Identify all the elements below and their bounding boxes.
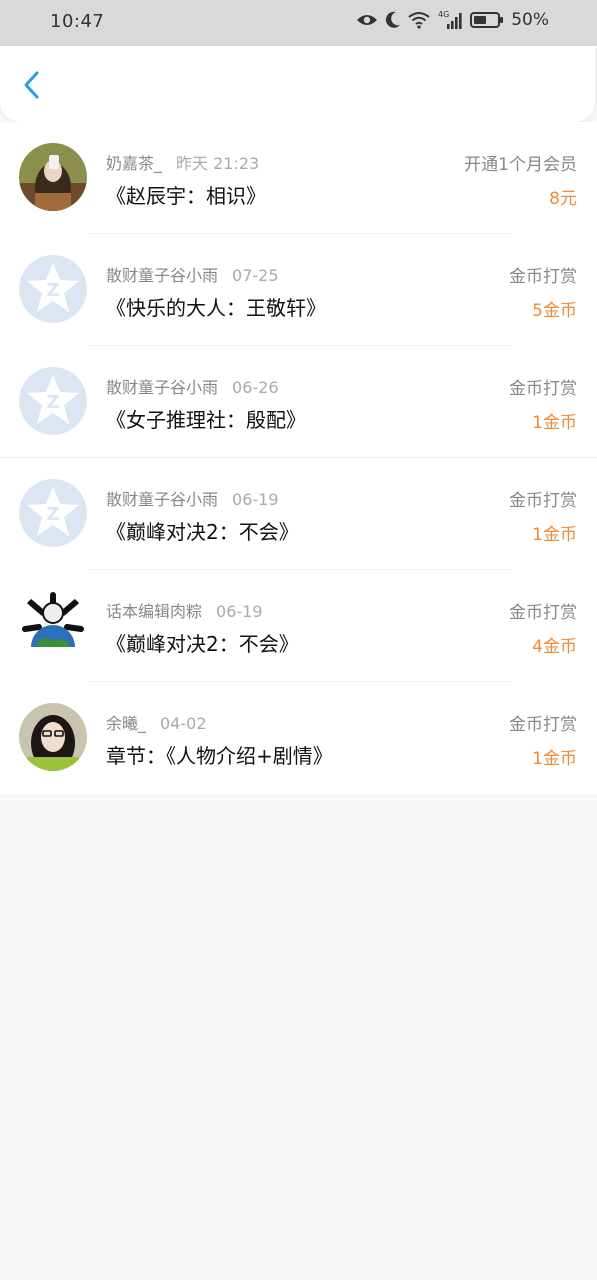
gift-amount: 1金币: [532, 413, 577, 433]
globe-avatar-icon: [19, 591, 87, 659]
default-avatar-icon: Z: [19, 367, 87, 435]
gift-type: 金币打赏: [509, 491, 577, 511]
gift-type: 金币打赏: [509, 379, 577, 399]
sender-name[interactable]: 奶嘉茶_: [106, 154, 162, 173]
network-type: 4G: [438, 10, 449, 19]
gift-type: 金币打赏: [509, 715, 577, 735]
wifi-icon: [408, 12, 430, 29]
svg-text:Z: Z: [46, 280, 59, 301]
default-avatar-icon: Z: [19, 255, 87, 323]
record-date: 06-19: [232, 490, 279, 509]
list-item[interactable]: 话本编辑肉粽 06-19 《巅峰对决2：不会》 金币打赏 4金币: [0, 570, 597, 682]
avatar[interactable]: [19, 143, 87, 211]
work-title: 《快乐的大人：王敬轩》: [106, 296, 326, 320]
sender-name[interactable]: 余曦_: [106, 714, 146, 733]
top-bar: [0, 46, 595, 122]
avatar[interactable]: Z: [19, 255, 87, 323]
user-photo-icon: [19, 703, 87, 771]
gift-amount: 1金币: [532, 749, 577, 769]
empty-area: [0, 794, 597, 1280]
battery-icon: [470, 12, 504, 28]
record-date: 07-25: [232, 266, 279, 285]
user-photo-icon: [19, 143, 87, 211]
avatar[interactable]: [19, 591, 87, 659]
work-title: 章节：《人物介绍+剧情》: [106, 744, 333, 768]
sender-name[interactable]: 话本编辑肉粽: [106, 602, 202, 621]
sender-line: 散财童子谷小雨 07-25: [106, 262, 279, 286]
gift-type: 金币打赏: [509, 267, 577, 287]
list-item[interactable]: 奶嘉茶_ 昨天 21:23 《赵辰宇：相识》 开通1个月会员 8元: [0, 122, 597, 234]
gift-amount: 4金币: [532, 637, 577, 657]
sender-line: 奶嘉茶_ 昨天 21:23: [106, 150, 259, 174]
gift-amount: 5金币: [532, 301, 577, 321]
avatar[interactable]: [19, 703, 87, 771]
sender-name[interactable]: 散财童子谷小雨: [106, 378, 218, 397]
gift-type: 开通1个月会员: [464, 155, 577, 175]
svg-text:Z: Z: [46, 504, 59, 525]
record-date: 04-02: [160, 714, 207, 733]
signal-icon: 4G: [438, 10, 462, 29]
gift-type: 金币打赏: [509, 603, 577, 623]
svg-text:Z: Z: [46, 392, 59, 413]
moon-icon: [386, 11, 401, 28]
status-bar: 10:47 4G 50%: [0, 0, 597, 46]
list-item[interactable]: Z 散财童子谷小雨 06-26 《女子推理社：殷配》 金币打赏 1金币: [0, 346, 597, 458]
sender-line: 余曦_ 04-02: [106, 710, 207, 734]
back-button[interactable]: [18, 70, 48, 100]
sender-name[interactable]: 散财童子谷小雨: [106, 266, 218, 285]
sender-line: 散财童子谷小雨 06-26: [106, 374, 279, 398]
record-date: 06-19: [216, 602, 263, 621]
list-item[interactable]: 余曦_ 04-02 章节：《人物介绍+剧情》 金币打赏 1金币: [0, 682, 597, 794]
sender-line: 散财童子谷小雨 06-19: [106, 486, 279, 510]
list-item[interactable]: Z 散财童子谷小雨 07-25 《快乐的大人：王敬轩》 金币打赏 5金币: [0, 234, 597, 346]
gift-amount: 8元: [549, 189, 577, 209]
gift-record-list: 奶嘉茶_ 昨天 21:23 《赵辰宇：相识》 开通1个月会员 8元 Z 散财童子谷…: [0, 122, 597, 794]
status-time: 10:47: [50, 11, 105, 32]
list-item[interactable]: Z 散财童子谷小雨 06-19 《巅峰对决2：不会》 金币打赏 1金币: [0, 458, 597, 570]
record-date: 昨天 21:23: [176, 154, 260, 173]
battery-percent: 50%: [511, 10, 549, 30]
work-title: 《巅峰对决2：不会》: [106, 520, 299, 544]
sender-line: 话本编辑肉粽 06-19: [106, 598, 263, 622]
work-title: 《巅峰对决2：不会》: [106, 632, 299, 656]
avatar[interactable]: Z: [19, 479, 87, 547]
chevron-left-icon: [24, 71, 39, 99]
work-title: 《女子推理社：殷配》: [106, 408, 306, 432]
sender-name[interactable]: 散财童子谷小雨: [106, 490, 218, 509]
gift-amount: 1金币: [532, 525, 577, 545]
record-date: 06-26: [232, 378, 279, 397]
default-avatar-icon: Z: [19, 479, 87, 547]
status-icons: 4G 50%: [356, 10, 549, 30]
work-title: 《赵辰宇：相识》: [106, 184, 266, 208]
eye-icon: [357, 15, 378, 25]
avatar[interactable]: Z: [19, 367, 87, 435]
